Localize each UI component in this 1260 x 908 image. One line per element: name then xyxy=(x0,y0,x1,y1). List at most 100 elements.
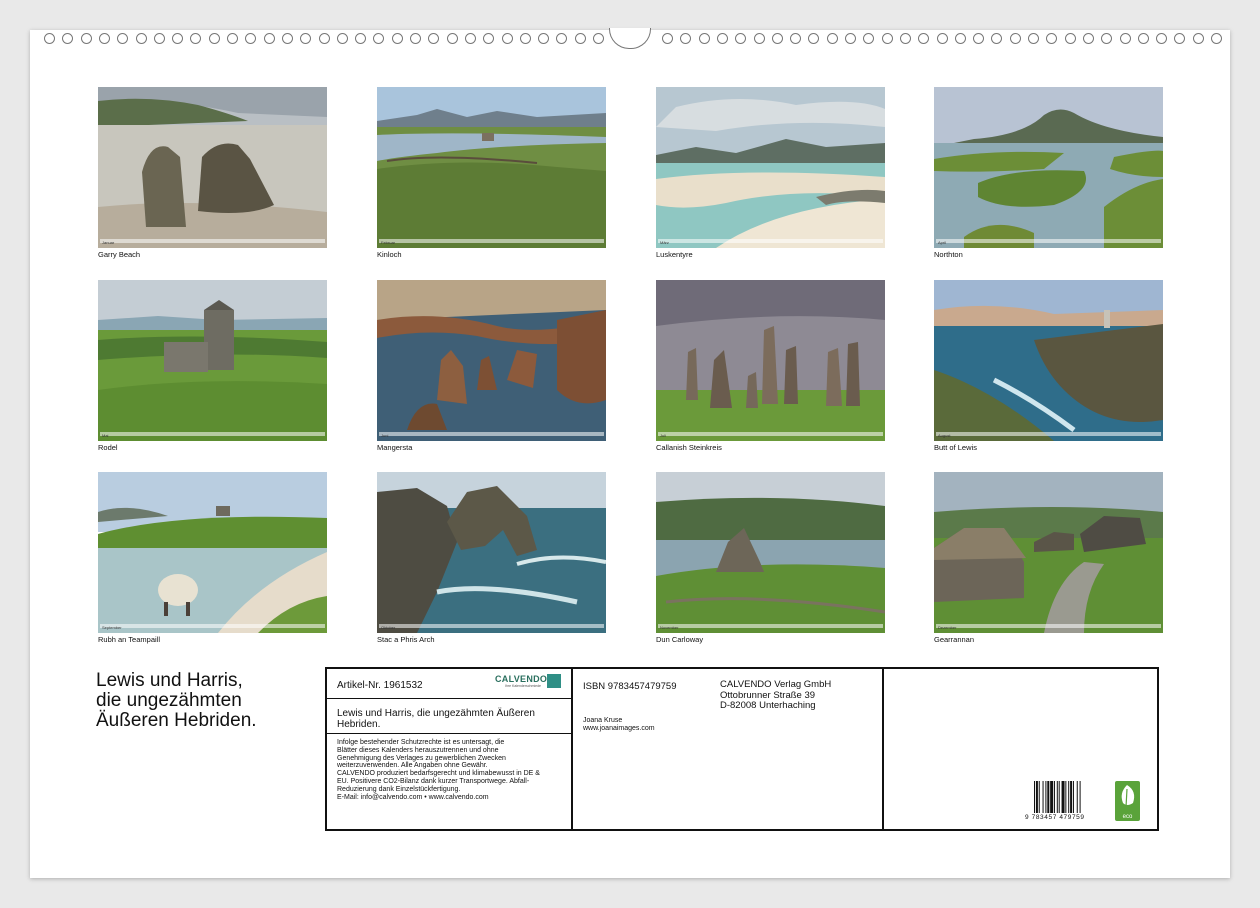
month-label: September xyxy=(102,625,122,630)
month-strip xyxy=(379,239,604,243)
binding-ring xyxy=(753,33,765,44)
binding-ring xyxy=(593,33,604,44)
month-label: Februar xyxy=(381,240,396,245)
month-strip xyxy=(936,432,1161,436)
photo-mangersta: Juni xyxy=(377,280,606,441)
photo-garry-beach: Januar xyxy=(98,87,327,248)
month-strip xyxy=(100,432,325,436)
month-strip xyxy=(379,624,604,628)
eco-leaf-icon: eco xyxy=(1115,781,1140,821)
binding-ring xyxy=(881,33,893,44)
caption-stac-a-phris: Stac a Phris Arch xyxy=(377,635,435,644)
calendar-title: Lewis und Harris, die ungezähmten Äußere… xyxy=(96,671,257,731)
month-label: November xyxy=(660,625,679,630)
photo-dun-carloway: November xyxy=(656,472,885,633)
binding-ring xyxy=(716,33,728,44)
isbn: ISBN 9783457479759 xyxy=(583,681,677,692)
month-label: August xyxy=(938,433,951,438)
month-label: Oktober xyxy=(381,625,396,630)
binding-ring xyxy=(826,33,838,44)
legal-line: Blätter dieses Kalenders herauszutrennen… xyxy=(337,746,499,754)
divider xyxy=(327,733,571,734)
binding-ring xyxy=(245,33,257,44)
caption-northton: Northton xyxy=(934,250,963,259)
binding-ring xyxy=(336,33,348,44)
article-number: Artikel-Nr. 1961532 xyxy=(337,680,423,691)
binding-ring xyxy=(1009,33,1021,44)
binding-ring xyxy=(446,33,458,44)
caption-butt-of-lewis: Butt of Lewis xyxy=(934,443,977,452)
binding-ring xyxy=(464,33,476,44)
binding-ring xyxy=(519,33,531,44)
publisher-city: D-82008 Unterhaching xyxy=(720,700,816,711)
photo-northton: April xyxy=(934,87,1163,248)
binding-ring xyxy=(1211,33,1222,44)
title-line-3: Äußeren Hebriden. xyxy=(96,710,257,731)
binding-ring xyxy=(98,33,110,44)
binding-ring xyxy=(1174,33,1186,44)
binding-ring xyxy=(991,33,1003,44)
eco-label: eco xyxy=(1122,814,1133,820)
binding-ring xyxy=(373,33,385,44)
divider xyxy=(571,669,573,829)
caption-callanish: Callanish Steinkreis xyxy=(656,443,722,452)
legal-line: Reduzierung dank Einzelstückfertigung. xyxy=(337,785,461,793)
binding-ring xyxy=(1119,33,1131,44)
binding-ring xyxy=(954,33,966,44)
calvendo-tagline: Ihre Kalenderschmiede xyxy=(505,684,541,688)
binding-ring xyxy=(153,33,165,44)
photo-gearrannan: Dezember xyxy=(934,472,1163,633)
calvendo-logo-icon xyxy=(547,674,561,688)
photo-butt-of-lewis: August xyxy=(934,280,1163,441)
binding-ring xyxy=(44,33,55,44)
binding-ring xyxy=(428,33,440,44)
binding-ring xyxy=(1192,33,1204,44)
binding-ring xyxy=(190,33,202,44)
binding-ring xyxy=(1156,33,1168,44)
binding-ring xyxy=(936,33,948,44)
binding-ring xyxy=(662,33,673,44)
legal-line: EU. Positivere CO2-Bilanz dank kurzer Tr… xyxy=(337,777,530,785)
binding-ring xyxy=(808,33,820,44)
binding-ring xyxy=(80,33,92,44)
caption-kinloch: Kinloch xyxy=(377,250,402,259)
month-strip xyxy=(379,432,604,436)
binding-ring xyxy=(918,33,930,44)
binding-ring xyxy=(483,33,495,44)
binding-ring xyxy=(735,33,747,44)
legal-line: E-Mail: info@calvendo.com • www.calvendo… xyxy=(337,793,489,801)
legal-text: Infolge bestehender Schutzrechte ist es … xyxy=(337,739,569,801)
binding-ring xyxy=(1082,33,1094,44)
binding-ring xyxy=(318,33,330,44)
month-strip xyxy=(936,624,1161,628)
publisher-name: CALVENDO Verlag GmbH xyxy=(720,679,832,690)
month-strip xyxy=(658,624,883,628)
photo-rubh-an-teampaill: September xyxy=(98,472,327,633)
month-strip xyxy=(658,432,883,436)
photo-luskentyre: März xyxy=(656,87,885,248)
publisher-address: CALVENDO Verlag GmbH Ottobrunner Straße … xyxy=(720,679,832,712)
author-website: www.joanaimages.com xyxy=(583,725,655,732)
legal-line: weiterzuverwenden. Alle Angaben ohne Gew… xyxy=(337,762,488,770)
legal-line: Infolge bestehender Schutzrechte ist es … xyxy=(337,739,505,746)
binding-ring xyxy=(790,33,802,44)
caption-rubh-an-teampaill: Rubh an Teampaill xyxy=(98,635,160,644)
caption-rodel: Rodel xyxy=(98,443,118,452)
divider xyxy=(882,669,884,829)
binding-ring xyxy=(391,33,403,44)
month-strip xyxy=(100,624,325,628)
binding-ring xyxy=(227,33,238,44)
month-label: Januar xyxy=(102,240,115,245)
barcode-digits: 9 783457 479759 xyxy=(1025,814,1085,821)
binding-ring xyxy=(62,33,74,44)
binding-ring xyxy=(538,33,550,44)
binding-ring xyxy=(355,33,367,44)
binding-ring xyxy=(281,33,293,44)
binding-ring xyxy=(574,33,586,44)
binding-ring xyxy=(1046,33,1058,44)
binding-ring xyxy=(1028,33,1039,44)
binding-ring xyxy=(410,33,421,44)
caption-dun-carloway: Dun Carloway xyxy=(656,635,704,644)
info-box: Artikel-Nr. 1961532 CALVENDO Ihre Kalend… xyxy=(325,667,1159,831)
title-line-2: die ungezähmten xyxy=(96,690,242,711)
